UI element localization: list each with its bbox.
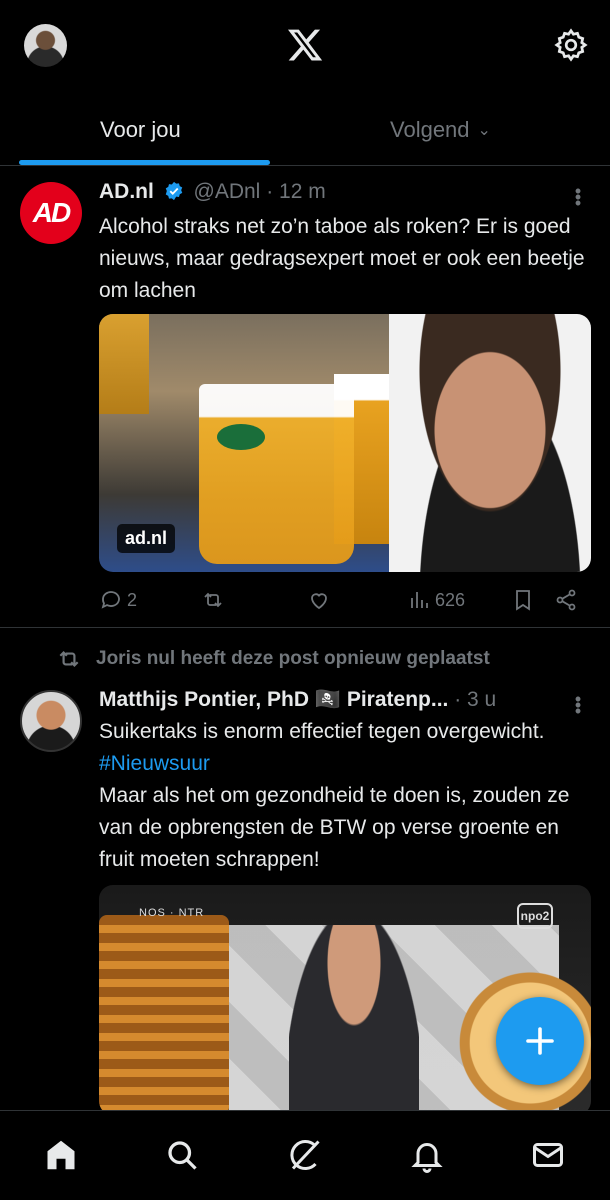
top-bar — [0, 0, 610, 88]
link-domain-badge[interactable]: ad.nl — [117, 524, 176, 553]
post-time: · 3 u — [454, 688, 497, 711]
post-time: · 12 m — [266, 180, 326, 203]
repost-context-text: Joris nul heeft deze post opnieuw geplaa… — [96, 648, 490, 669]
share-icon — [556, 589, 576, 611]
compose-button[interactable] — [496, 997, 584, 1085]
post-media-image[interactable]: ad.nl — [99, 314, 591, 572]
nav-home[interactable] — [43, 1137, 79, 1173]
repost-button[interactable] — [201, 584, 225, 616]
nav-messages[interactable] — [530, 1137, 566, 1173]
reply-icon — [101, 591, 120, 609]
reply-count: 2 — [127, 589, 138, 610]
verified-badge-icon — [165, 181, 182, 201]
like-button[interactable] — [307, 584, 331, 616]
more-options-icon[interactable]: • • • — [568, 690, 588, 720]
tab-following-label: Volgend — [390, 117, 470, 142]
broadcaster-tag: NOS · NTR — [139, 907, 205, 919]
post-header: Matthijs Pontier, PhD 🏴‍☠️ Piratenp... ·… — [99, 688, 496, 712]
bookmark-button[interactable] — [511, 584, 535, 616]
bell-icon — [411, 1143, 443, 1173]
nav-notifications[interactable] — [409, 1137, 445, 1173]
share-button[interactable] — [554, 584, 578, 616]
repost-context[interactable]: Joris nul heeft deze post opnieuw geplaa… — [56, 646, 490, 672]
author-name[interactable]: AD.nl — [99, 180, 154, 203]
gear-icon[interactable] — [553, 27, 589, 63]
author-avatar[interactable] — [20, 690, 82, 752]
bottom-navigation — [0, 1110, 610, 1200]
tab-for-you[interactable]: Voor jou — [100, 100, 181, 160]
repost-icon — [204, 592, 222, 608]
x-logo-icon[interactable] — [286, 26, 324, 64]
plus-icon — [526, 1027, 554, 1055]
heart-icon — [311, 593, 327, 610]
beer-glass — [199, 384, 354, 564]
reply-button[interactable]: 2 — [99, 584, 137, 616]
bookmark-icon — [516, 590, 530, 611]
more-options-icon[interactable]: • • • — [568, 182, 588, 212]
grok-icon — [290, 1140, 320, 1170]
tab-following[interactable]: Volgend ⌄ — [390, 100, 491, 160]
nav-search[interactable] — [164, 1137, 200, 1173]
author-name[interactable]: Matthijs Pontier, PhD 🏴‍☠️ Piratenp... — [99, 688, 448, 711]
post-ad[interactable]: AD AD.nl @ADnl · 12 m • • • Alcohol straks… — [0, 166, 610, 628]
search-icon — [168, 1141, 197, 1170]
post-text: Alcohol straks net zo’n taboe als roken?… — [99, 215, 585, 302]
active-tab-indicator — [19, 160, 270, 165]
stroopwafels — [99, 915, 229, 1115]
home-icon — [47, 1140, 75, 1170]
hashtag-link[interactable]: #Nieuwsuur — [99, 752, 210, 775]
profile-avatar[interactable] — [24, 24, 67, 67]
views-count: 626 — [435, 589, 466, 610]
views-chart-icon — [411, 592, 428, 608]
beer-glass — [99, 314, 149, 414]
portrait-photo — [389, 314, 591, 572]
post-header: AD.nl @ADnl · 12 m — [99, 180, 326, 204]
post-text-line2: Maar als het om gezondheid te doen is, z… — [99, 784, 570, 871]
news-anchor — [289, 925, 419, 1115]
author-avatar[interactable]: AD — [20, 182, 82, 244]
repost-icon — [59, 650, 79, 668]
views-button[interactable]: 626 — [407, 584, 465, 616]
post-text: Suikertaks is enorm effectief tegen over… — [99, 716, 594, 876]
post-text-line1: Suikertaks is enorm effectief tegen over… — [99, 720, 545, 743]
post-actions: 2 626 — [99, 584, 591, 616]
timeline-tabs: Voor jou Volgend ⌄ — [0, 100, 610, 166]
nav-grok[interactable] — [287, 1137, 323, 1173]
chevron-down-icon: ⌄ — [477, 122, 491, 139]
author-handle[interactable]: @ADnl — [194, 180, 261, 203]
mail-icon — [533, 1143, 563, 1167]
channel-logo: npo2 — [517, 903, 553, 929]
post-media-video[interactable]: NOS · NTR npo2 — [99, 885, 591, 1115]
heineken-label — [217, 424, 265, 450]
